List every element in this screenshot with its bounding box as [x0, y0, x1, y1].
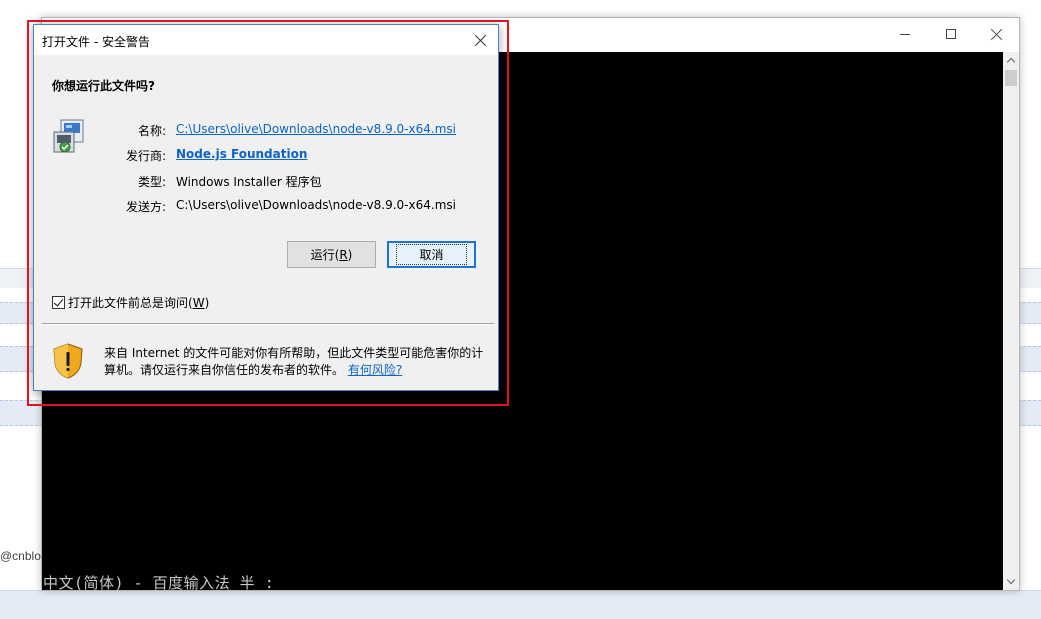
scroll-down-button[interactable]	[1003, 573, 1019, 590]
maximize-icon	[946, 29, 956, 39]
security-warning-dialog: 打开文件 - 安全警告 你想运行此文件吗? 名称: C:\Users\olive…	[33, 24, 499, 391]
always-ask-checkbox-row[interactable]: 打开此文件前总是询问(W)	[52, 294, 209, 310]
warning-text: 来自 Internet 的文件可能对你有所帮助，但此文件类型可能危害你的计算机。…	[104, 346, 484, 377]
publisher-link[interactable]: Node.js Foundation	[176, 147, 307, 161]
type-label: 类型:	[137, 175, 166, 189]
type-value: Windows Installer 程序包	[176, 175, 322, 189]
close-icon	[475, 34, 487, 46]
cancel-button-label: 取消	[396, 244, 467, 265]
dialog-titlebar[interactable]: 打开文件 - 安全警告	[34, 25, 498, 55]
dialog-question: 你想运行此文件吗?	[52, 79, 155, 93]
always-ask-checkbox[interactable]	[52, 295, 65, 309]
minimize-icon	[900, 33, 910, 35]
cancel-button[interactable]: 取消	[387, 241, 476, 268]
name-label: 名称:	[137, 124, 166, 138]
warning-text-block: 来自 Internet 的文件可能对你有所帮助，但此文件类型可能危害你的计算机。…	[104, 345, 484, 379]
maximize-button[interactable]	[928, 18, 974, 50]
always-ask-mnemonic: W	[192, 295, 205, 310]
run-button-label: 运行(	[310, 248, 340, 262]
console-close-button[interactable]	[974, 18, 1020, 50]
background-band	[0, 590, 1041, 619]
scroll-thumb[interactable]	[1005, 70, 1017, 86]
dialog-divider	[42, 323, 494, 325]
console-scrollbar[interactable]	[1003, 52, 1019, 590]
shield-warning-icon	[53, 343, 83, 379]
run-button[interactable]: 运行(R)	[287, 241, 376, 268]
dialog-title: 打开文件 - 安全警告	[42, 35, 150, 49]
chevron-down-icon	[1006, 575, 1016, 585]
file-name-link[interactable]: C:\Users\olive\Downloads\node-v8.9.0-x64…	[176, 122, 456, 136]
publisher-label: 发行商:	[125, 149, 166, 163]
from-label: 发送方:	[125, 200, 166, 214]
scroll-up-button[interactable]	[1003, 52, 1019, 69]
what-risk-link[interactable]: 有何风险?	[348, 363, 402, 377]
close-icon	[991, 28, 1003, 40]
run-button-suffix: )	[347, 247, 353, 262]
always-ask-suffix: )	[204, 295, 210, 310]
chevron-up-icon	[1006, 57, 1016, 67]
run-button-mnemonic: R	[339, 247, 348, 262]
from-value: C:\Users\olive\Downloads\node-v8.9.0-x64…	[176, 198, 456, 212]
always-ask-label-text: 打开此文件前总是询问(	[68, 295, 193, 310]
minimize-button[interactable]	[882, 18, 928, 50]
ime-status: 中文(简体) - 百度输入法 半 :	[43, 574, 275, 592]
dialog-close-button[interactable]	[466, 26, 496, 54]
always-ask-label[interactable]: 打开此文件前总是询问(W)	[68, 294, 209, 311]
